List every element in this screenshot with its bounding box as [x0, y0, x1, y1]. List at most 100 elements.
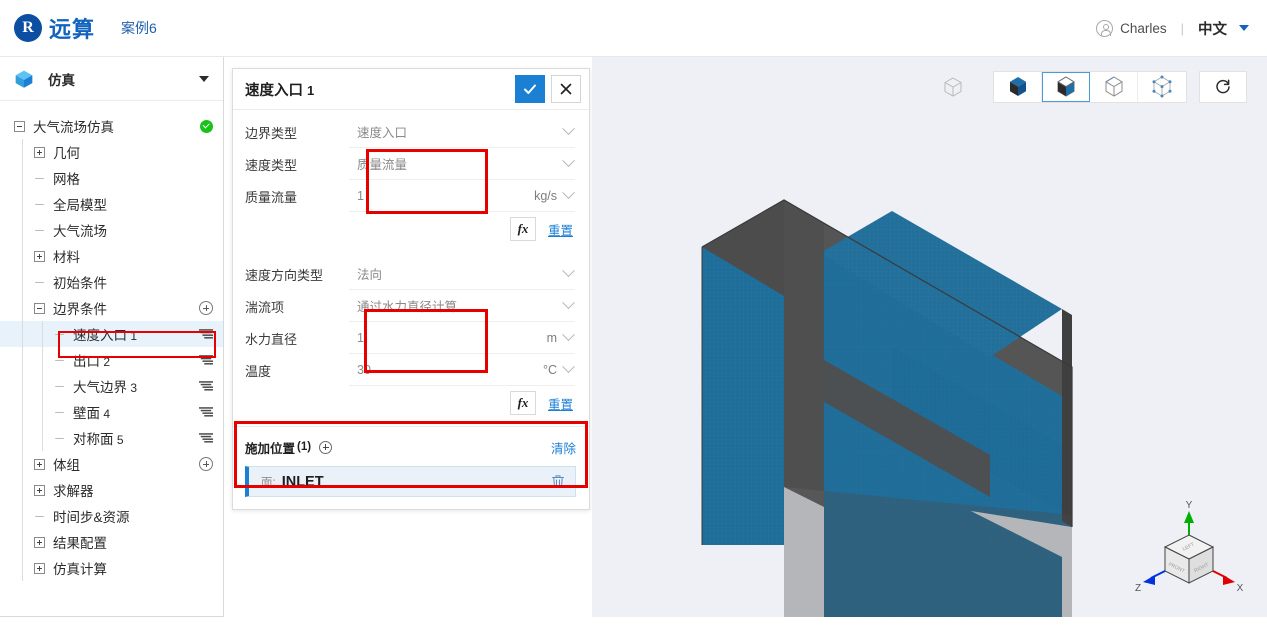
field2-select-0[interactable]: 法向: [349, 258, 575, 290]
collapse-icon[interactable]: [14, 120, 25, 132]
field1-row-1: 速度类型 质量流量: [245, 148, 575, 180]
points-box-icon[interactable]: [1138, 72, 1186, 102]
list-lines-icon[interactable]: [199, 432, 213, 444]
sidebar-item-5[interactable]: 材料: [0, 243, 223, 269]
sidebar-item-16[interactable]: 结果配置: [0, 529, 223, 555]
field2-input-2[interactable]: 1: [349, 322, 513, 354]
field2-select-1[interactable]: 通过水力直径计算: [349, 290, 575, 322]
tree-guide-line: [22, 217, 23, 243]
sidebar-item-label: 边界条件: [53, 302, 107, 317]
field2-value-0: 法向: [357, 268, 383, 282]
chevron-down-icon[interactable]: [199, 75, 209, 82]
sidebar-item-12[interactable]: ─ 对称面 5: [0, 425, 223, 451]
field1-row-2: 质量流量 1 kg/s: [245, 180, 575, 212]
chevron-down-icon[interactable]: [562, 122, 575, 136]
field2-value-2: 1: [357, 330, 364, 345]
list-lines-icon[interactable]: [199, 354, 213, 366]
expand-icon[interactable]: [34, 484, 45, 496]
expand-icon[interactable]: [34, 250, 45, 262]
sidebar-item-label: 大气流场仿真: [33, 120, 114, 135]
trash-icon[interactable]: [551, 474, 565, 489]
tree-branch-icon: ─: [35, 223, 44, 237]
field1-select-0[interactable]: 速度入口: [349, 116, 575, 148]
expand-icon[interactable]: [34, 536, 45, 548]
expand-icon[interactable]: [34, 562, 45, 574]
field2-input-3[interactable]: 30: [349, 354, 513, 386]
list-lines-icon[interactable]: [199, 328, 213, 340]
tree-guide-line: [22, 373, 23, 399]
sidebar-item-11[interactable]: ─ 壁面 4: [0, 399, 223, 425]
list-lines-icon[interactable]: [199, 380, 213, 392]
expand-icon[interactable]: [34, 458, 45, 470]
sidebar-item-6[interactable]: ─ 初始条件: [0, 269, 223, 295]
chevron-down-icon[interactable]: [562, 154, 575, 168]
chevron-down-icon[interactable]: [562, 296, 575, 310]
field2-unit-select-2[interactable]: m: [513, 322, 575, 354]
sidebar-item-1[interactable]: 几何: [0, 139, 223, 165]
group2-actions: fx 重置: [245, 386, 575, 420]
sidebar-item-9[interactable]: ─ 出口 2: [0, 347, 223, 373]
app-root: 远算 案例6 Charles | 中文 仿真 大气流场仿真几何─网格─全局模型─…: [0, 0, 1267, 631]
field1-input-2[interactable]: 1: [349, 180, 513, 212]
field1-unit-select-2[interactable]: kg/s: [513, 180, 575, 212]
case-name[interactable]: 案例6: [121, 18, 157, 38]
shaded-edges-box-icon[interactable]: [1042, 72, 1090, 102]
field2-unit-select-3[interactable]: °C: [513, 354, 575, 386]
outline-box-icon[interactable]: [1090, 72, 1138, 102]
tree-guide-line: [22, 451, 23, 477]
chevron-down-icon[interactable]: [562, 264, 575, 278]
display-mode-group: [993, 71, 1187, 103]
wireframe-box-icon[interactable]: [935, 71, 971, 103]
tree-guide-line: [22, 295, 23, 321]
sidebar-item-3[interactable]: ─ 全局模型: [0, 191, 223, 217]
plus-circle-icon[interactable]: [319, 440, 333, 454]
sidebar-item-15[interactable]: ─ 时间步&资源: [0, 503, 223, 529]
tree-guide-line: [22, 139, 23, 165]
sidebar-header[interactable]: 仿真: [0, 57, 223, 101]
reset-link-2[interactable]: 重置: [548, 394, 573, 413]
tree-guide-line: [22, 503, 23, 529]
confirm-button[interactable]: [515, 75, 545, 103]
sidebar-item-label: 求解器: [53, 484, 94, 499]
chevron-down-icon[interactable]: [562, 360, 575, 374]
sidebar-item-10[interactable]: ─ 大气边界 3: [0, 373, 223, 399]
location-section: 施加位置 (1) 清除 面: INLET: [233, 427, 589, 509]
sidebar-item-2[interactable]: ─ 网格: [0, 165, 223, 191]
sidebar-item-14[interactable]: 求解器: [0, 477, 223, 503]
sidebar-item-label: 壁面 4: [73, 406, 111, 421]
solid-shaded-box-icon[interactable]: [994, 72, 1042, 102]
language-selector[interactable]: 中文: [1198, 18, 1227, 39]
sidebar-item-8[interactable]: ─ 速度入口 1: [0, 321, 223, 347]
field2-unit-2: m: [546, 330, 557, 345]
sidebar-item-17[interactable]: 仿真计算: [0, 555, 223, 581]
fx-button-2[interactable]: fx: [509, 391, 536, 415]
3d-viewport[interactable]: LEFT FRONT RIGHT Y X Z: [592, 57, 1267, 617]
sidebar-item-4[interactable]: ─ 大气流场: [0, 217, 223, 243]
user-name[interactable]: Charles: [1120, 21, 1167, 36]
tree-guide-line: [22, 529, 23, 555]
axis-orientation-gizmo[interactable]: LEFT FRONT RIGHT Y X Z: [1133, 499, 1245, 599]
chevron-down-icon[interactable]: [1239, 25, 1249, 31]
field2-value-1: 通过水力直径计算: [357, 300, 458, 314]
add-item-icon[interactable]: [199, 301, 213, 315]
sidebar-item-0[interactable]: 大气流场仿真: [0, 113, 223, 139]
reset-view-icon[interactable]: [1199, 71, 1247, 103]
clear-locations-button[interactable]: 清除: [551, 438, 576, 457]
location-list-item[interactable]: 面: INLET: [245, 466, 576, 497]
add-item-icon[interactable]: [199, 457, 213, 471]
chevron-down-icon[interactable]: [562, 186, 575, 200]
sidebar-item-label: 材料: [53, 250, 80, 265]
fx-button-1[interactable]: fx: [509, 217, 536, 241]
field1-select-1[interactable]: 质量流量: [349, 148, 575, 180]
brand-logo[interactable]: 远算: [14, 12, 95, 44]
expand-icon[interactable]: [34, 146, 45, 158]
sidebar-item-7[interactable]: 边界条件: [0, 295, 223, 321]
collapse-icon[interactable]: [34, 302, 45, 314]
close-button[interactable]: [551, 75, 581, 103]
location-title: 施加位置: [245, 441, 296, 456]
list-lines-icon[interactable]: [199, 406, 213, 418]
tree-branch-icon: ─: [55, 379, 64, 393]
reset-link-1[interactable]: 重置: [548, 220, 573, 239]
sidebar-item-13[interactable]: 体组: [0, 451, 223, 477]
chevron-down-icon[interactable]: [562, 328, 575, 342]
